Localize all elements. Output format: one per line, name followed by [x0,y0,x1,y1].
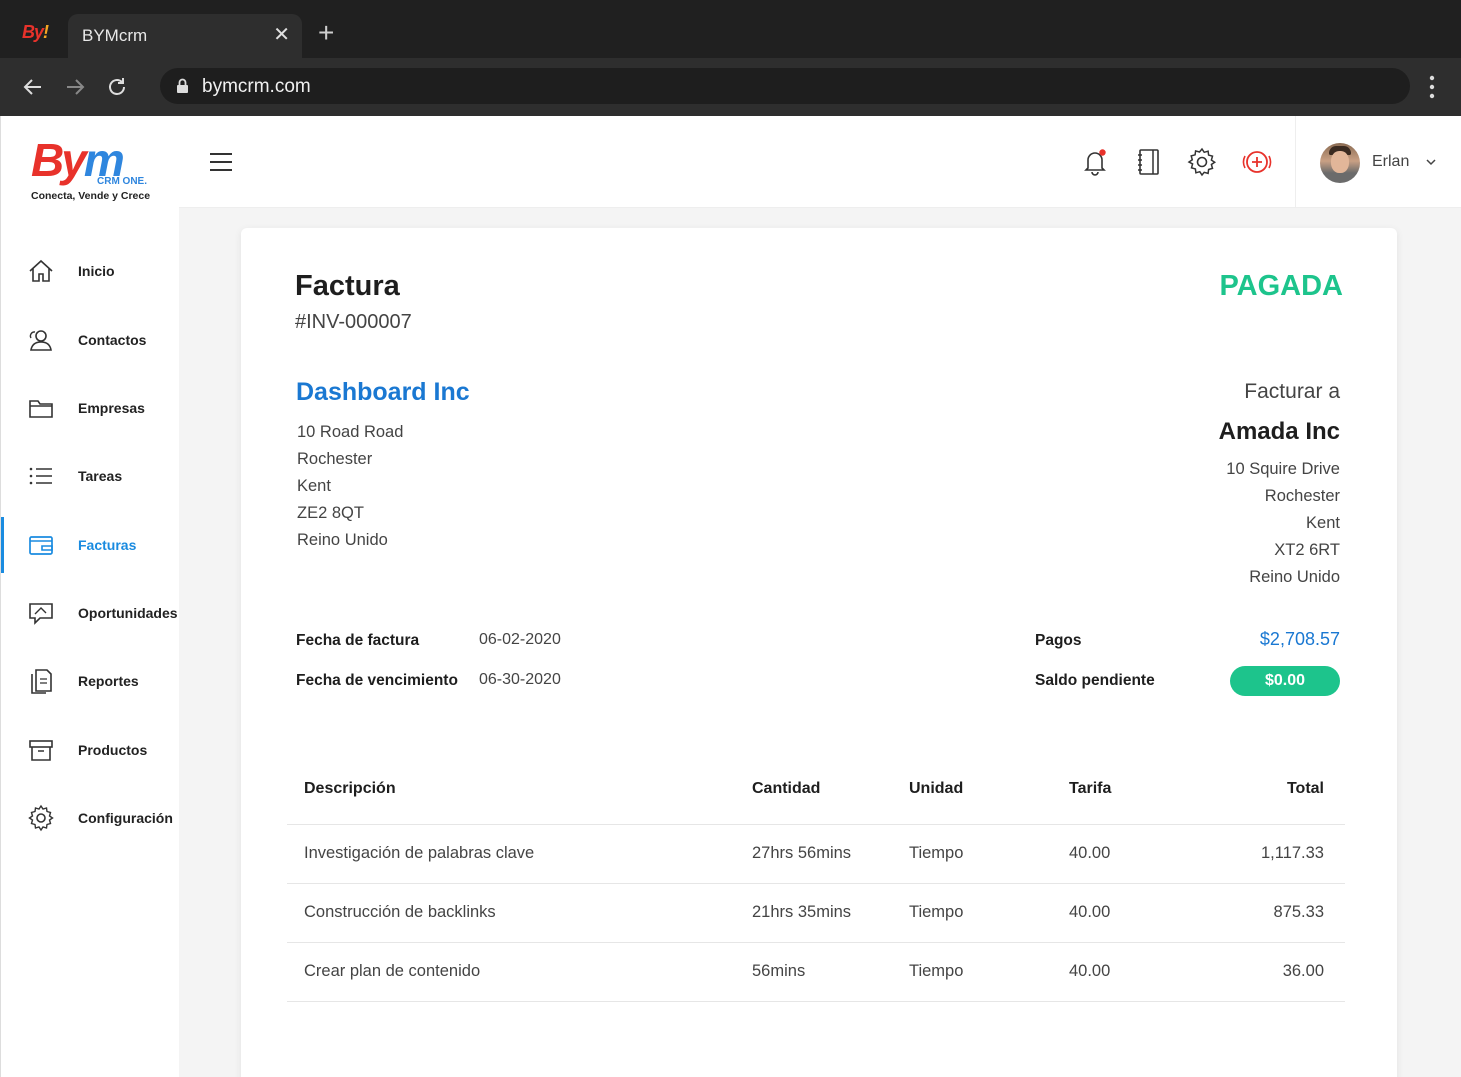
invoice-title: Factura [295,270,400,302]
column-header: Unidad [909,754,1069,825]
sidebar-item-facturas[interactable]: Facturas [1,517,179,573]
tab-title: BYMcrm [82,26,148,45]
chevron-down-icon [1426,159,1436,166]
app-root: Bym CRM ONE. Conecta, Vende y Crece Inic… [0,116,1461,1077]
due-date-label: Fecha de vencimiento [296,672,458,689]
reports-icon [31,669,52,694]
item-quantity: 27hrs 56mins [752,824,909,884]
item-description: Investigación de palabras clave [287,824,752,884]
item-unit: Tiempo [909,824,1069,884]
invoice-icon [29,536,53,555]
table-row: Construcción de backlinks 21hrs 35mins T… [287,883,1345,943]
item-unit: Tiempo [909,883,1069,943]
favicon: By! [22,22,49,42]
lock-icon [176,78,189,99]
sidebar-item-tareas[interactable]: Tareas [1,448,179,504]
balance-label: Saldo pendiente [1035,672,1155,689]
bill-to-address: 10 Squire Drive Rochester Kent XT2 6RT R… [1226,460,1340,586]
settings-gear-icon[interactable] [1186,146,1218,178]
back-icon[interactable] [18,72,48,102]
balance-badge: $0.00 [1230,666,1340,696]
browser-tab-strip: By! BYMcrm ✕ + [0,0,1461,58]
column-header: Tarifa [1069,754,1199,825]
reload-icon[interactable] [102,72,132,102]
address-bar[interactable]: bymcrm.com [160,68,1410,104]
payments-value: $2,708.57 [1259,629,1340,649]
column-header: Descripción [287,754,752,825]
bill-to-name: Amada Inc [1218,418,1340,445]
item-rate: 40.00 [1069,883,1199,943]
user-name: Erlan [1372,153,1410,170]
forward-icon[interactable] [60,72,90,102]
notification-bell-icon[interactable] [1079,146,1111,178]
browser-tab[interactable]: BYMcrm ✕ [68,14,302,58]
sidebar-item-productos[interactable]: Productos [1,722,179,778]
contacts-icon [29,330,52,351]
sidebar-item-oportunidades[interactable]: Oportunidades [1,585,179,641]
column-header: Total [1199,754,1345,825]
chat-icon [29,603,53,625]
table-row: Crear plan de contenido 56mins Tiempo 40… [287,942,1345,1002]
close-tab-icon[interactable]: ✕ [273,23,290,47]
sidebar-item-empresas[interactable]: Empresas [1,380,179,436]
sidebar-item-inicio[interactable]: Inicio [1,243,179,299]
bill-to-label: Facturar a [1244,380,1340,403]
avatar [1320,143,1360,183]
invoice-date-label: Fecha de factura [296,632,420,649]
item-total: 36.00 [1199,942,1345,1002]
item-quantity: 56mins [752,942,909,1002]
home-icon [29,259,53,282]
item-unit: Tiempo [909,942,1069,1002]
status-badge: PAGADA [1219,270,1343,302]
table-header-row: Descripción Cantidad Unidad Tarifa Total [287,754,1345,825]
sidebar-item-reportes[interactable]: Reportes [1,653,179,709]
invoice-number: #INV-000007 [295,311,412,333]
list-icon [29,467,52,485]
table-row: Investigación de palabras clave 27hrs 56… [287,824,1345,884]
item-rate: 40.00 [1069,942,1199,1002]
gear-icon [28,804,54,832]
item-total: 1,117.33 [1199,824,1345,884]
from-company-name[interactable]: Dashboard Inc [296,378,470,407]
top-bar: Erlan [179,116,1461,208]
payments-label: Pagos [1035,632,1082,649]
archive-icon [29,740,53,761]
sidebar-item-configuracion[interactable]: Configuración [1,790,179,846]
folder-icon [29,400,53,418]
notebook-icon[interactable] [1133,146,1165,178]
column-header: Cantidad [752,754,909,825]
item-rate: 40.00 [1069,824,1199,884]
url-text: bymcrm.com [202,76,311,97]
logo-tagline: Conecta, Vende y Crece [31,190,151,202]
from-address: 10 Road Road Rochester Kent ZE2 8QT Rein… [297,423,404,549]
item-total: 875.33 [1199,883,1345,943]
item-description: Crear plan de contenido [287,942,752,1002]
sidebar: Bym CRM ONE. Conecta, Vende y Crece Inic… [1,116,179,1077]
user-menu[interactable]: Erlan [1295,116,1461,208]
browser-menu-icon[interactable] [1425,74,1439,105]
logo[interactable]: Bym CRM ONE. Conecta, Vende y Crece [25,134,165,224]
due-date-value: 06-30-2020 [479,671,561,688]
sidebar-item-contactos[interactable]: Contactos [1,312,179,368]
invoice-card: Factura #INV-000007 PAGADA Dashboard Inc… [241,228,1397,1077]
add-circle-icon[interactable] [1241,146,1273,178]
browser-toolbar: bymcrm.com [0,58,1461,116]
new-tab-icon[interactable]: + [318,18,334,48]
line-items-table: Descripción Cantidad Unidad Tarifa Total… [287,754,1345,1002]
hamburger-menu-icon[interactable] [209,152,233,177]
invoice-date-value: 06-02-2020 [479,631,561,648]
item-description: Construcción de backlinks [287,883,752,943]
item-quantity: 21hrs 35mins [752,883,909,943]
